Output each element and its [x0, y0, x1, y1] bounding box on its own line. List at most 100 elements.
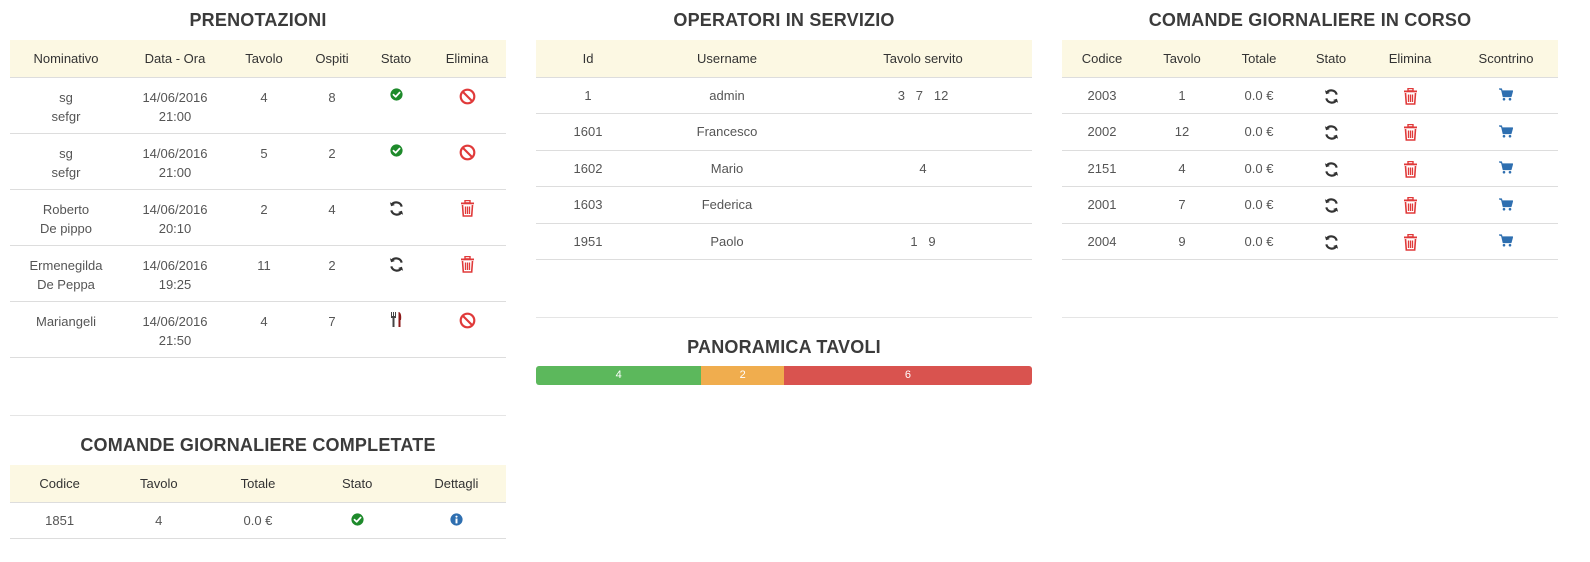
prenotazioni-separator: [10, 415, 506, 416]
dettagli-cell: [406, 502, 506, 540]
refresh-icon[interactable]: [1323, 124, 1340, 144]
time-text: 19:25: [158, 276, 192, 292]
data-ora-cell: 14/06/2016 21:00: [122, 133, 228, 190]
panoramica-panel: PANORAMICA TAVOLI: [536, 327, 1032, 367]
refresh-icon[interactable]: [1323, 197, 1340, 217]
table-row: Ermenegilda De Peppa 14/06/2016 19:25 11…: [10, 245, 506, 302]
col-header-dettagli: Dettagli: [406, 465, 506, 503]
trash-icon[interactable]: [1403, 160, 1418, 181]
tavolo-value: 4: [260, 89, 268, 105]
cart-icon[interactable]: [1499, 198, 1514, 214]
date-text: 14/06/2016: [142, 145, 208, 161]
elimina-cell: [428, 77, 506, 134]
table-row: 1601 Francesco: [536, 113, 1032, 151]
tavolo-cell: 1: [1142, 77, 1222, 115]
codice-cell: 2151: [1062, 150, 1142, 188]
refresh-icon[interactable]: [388, 256, 405, 276]
scontrino-cell: [1454, 223, 1558, 261]
totale-cell: 0.0 €: [1222, 113, 1296, 151]
id-cell: 1603: [536, 186, 640, 224]
username-cell: Federica: [640, 186, 814, 224]
prenotazioni-table: Nominativo Data - Ora Tavolo Ospiti Stat…: [10, 40, 506, 358]
trash-icon[interactable]: [460, 199, 475, 220]
progress-segment: 6: [783, 366, 1032, 385]
time-text: 20:10: [158, 220, 192, 236]
in-corso-table: Codice Tavolo Totale Stato Elimina Scont…: [1062, 40, 1558, 261]
date-text: 14/06/2016: [142, 89, 208, 105]
in-corso-title: COMANDE GIORNALIERE IN CORSO: [1148, 10, 1472, 30]
scontrino-cell: [1454, 186, 1558, 224]
progress-segment: 4: [536, 366, 702, 385]
data-ora-cell: 14/06/2016 21:50: [122, 301, 228, 358]
ospiti-value: 2: [328, 145, 336, 161]
table-row: Mariangeli 14/06/2016 21:50 4 7: [10, 301, 506, 358]
table-row: sg sefgr 14/06/2016 21:00 4 8: [10, 77, 506, 134]
tavolo-cell: 7: [1142, 186, 1222, 224]
refresh-icon[interactable]: [388, 200, 405, 220]
tavolo-cell: 12: [1142, 113, 1222, 151]
cutlery-icon[interactable]: [390, 311, 403, 330]
id-cell: 1601: [536, 113, 640, 151]
stato-cell: [364, 133, 428, 190]
elimina-cell: [1366, 77, 1454, 115]
col-header-username: Username: [640, 40, 814, 78]
cart-icon[interactable]: [1499, 88, 1514, 104]
first-name: sg: [59, 145, 73, 161]
check-circle-icon[interactable]: [389, 88, 403, 104]
ban-icon[interactable]: [459, 312, 476, 332]
tavolo-value: 5: [260, 145, 268, 161]
time-text: 21:50: [158, 332, 192, 348]
codice-cell: 2002: [1062, 113, 1142, 151]
first-name: Mariangeli: [36, 313, 96, 329]
stato-cell: [1296, 223, 1366, 261]
completate-panel: COMANDE GIORNALIERE COMPLETATE Codice Ta…: [10, 425, 506, 540]
stato-cell: [364, 189, 428, 246]
ban-icon[interactable]: [459, 88, 476, 108]
prenotazioni-panel: PRENOTAZIONI Nominativo Data - Ora Tavol…: [10, 0, 506, 358]
table-row: 2151 4 0.0 €: [1062, 150, 1558, 188]
table-header-row: Id Username Tavolo servito: [536, 40, 1032, 78]
nominativo-cell: sg sefgr: [10, 133, 122, 190]
tavolo-cell: 4: [1142, 150, 1222, 188]
refresh-icon[interactable]: [1323, 161, 1340, 181]
tavolo-cell: 2: [228, 189, 300, 246]
tavolo-servito-cell: [814, 186, 1032, 224]
last-name: De Peppa: [37, 276, 95, 292]
cart-icon[interactable]: [1499, 125, 1514, 141]
col-header-stato: Stato: [1296, 40, 1366, 78]
date-text: 14/06/2016: [142, 201, 208, 217]
totale-cell: 0.0 €: [208, 502, 308, 540]
in-corso-panel: COMANDE GIORNALIERE IN CORSO Codice Tavo…: [1062, 0, 1558, 261]
table-row: Roberto De pippo 14/06/2016 20:10 2 4: [10, 189, 506, 246]
operatori-separator: [536, 317, 1032, 318]
trash-icon[interactable]: [1403, 123, 1418, 144]
table-row: 2002 12 0.0 €: [1062, 113, 1558, 151]
cart-icon[interactable]: [1499, 161, 1514, 177]
id-cell: 1: [536, 77, 640, 115]
col-header-tavolo: Tavolo: [1142, 40, 1222, 78]
operatori-title: OPERATORI IN SERVIZIO: [673, 10, 895, 30]
col-header-data-ora: Data - Ora: [122, 40, 228, 78]
trash-icon[interactable]: [460, 255, 475, 276]
tavolo-servito-cell: [814, 113, 1032, 151]
elimina-cell: [428, 133, 506, 190]
data-ora-cell: 14/06/2016 20:10: [122, 189, 228, 246]
trash-icon[interactable]: [1403, 233, 1418, 254]
totale-cell: 0.0 €: [1222, 186, 1296, 224]
check-circle-icon[interactable]: [389, 144, 403, 160]
refresh-icon[interactable]: [1323, 88, 1340, 108]
trash-icon[interactable]: [1403, 197, 1418, 217]
refresh-icon[interactable]: [1323, 234, 1340, 254]
ospiti-value: 8: [328, 89, 336, 105]
tavolo-cell: 4: [109, 502, 209, 540]
cart-icon[interactable]: [1499, 234, 1514, 250]
table-row: 1602 Mario 4: [536, 150, 1032, 188]
id-cell: 1951: [536, 223, 640, 261]
col-header-nominativo: Nominativo: [10, 40, 122, 78]
trash-icon[interactable]: [1403, 87, 1418, 108]
ban-icon[interactable]: [459, 144, 476, 164]
table-row: 2001 7 0.0 €: [1062, 186, 1558, 224]
col-header-elimina: Elimina: [1366, 40, 1454, 78]
info-circle-icon[interactable]: [450, 513, 463, 529]
tavoli-progress-bar: 426: [536, 366, 1032, 385]
